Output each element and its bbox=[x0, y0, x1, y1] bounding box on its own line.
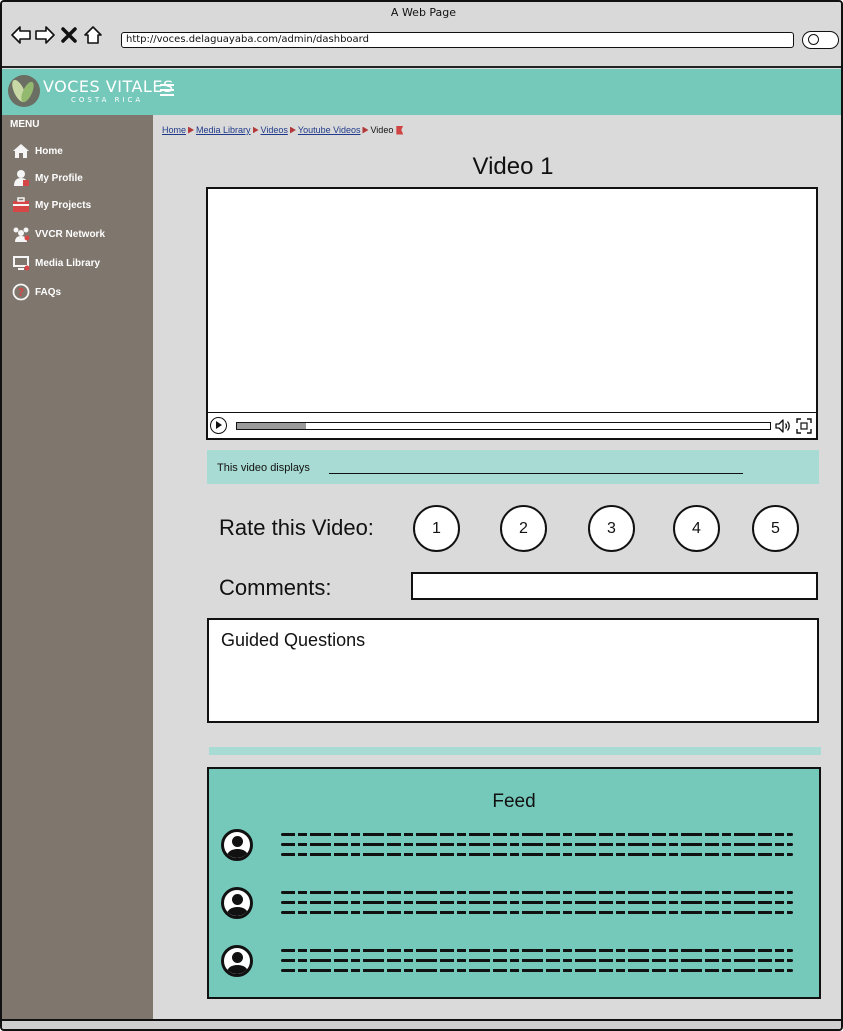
placeholder-text-line bbox=[281, 959, 793, 962]
home-icon[interactable] bbox=[82, 24, 104, 46]
sidebar-item-label: Home bbox=[35, 145, 63, 157]
briefcase-icon bbox=[12, 196, 30, 214]
placeholder-text-line bbox=[281, 911, 793, 914]
play-icon[interactable] bbox=[210, 417, 227, 434]
video-progress-fill bbox=[237, 423, 307, 429]
comments-input[interactable] bbox=[411, 572, 818, 600]
sidebar-item-home[interactable]: Home bbox=[12, 140, 63, 162]
back-arrow-icon[interactable] bbox=[10, 24, 32, 46]
breadcrumb: Home Media Library Videos Youtube Videos… bbox=[162, 125, 404, 135]
app-header: VOCES VITALES COSTA RICA bbox=[2, 69, 841, 115]
feed-item[interactable] bbox=[209, 829, 819, 879]
sidebar-item-my-projects[interactable]: My Projects bbox=[12, 194, 91, 216]
guided-questions-title: Guided Questions bbox=[221, 630, 366, 650]
breadcrumb-current: Video bbox=[370, 125, 394, 135]
feed-item[interactable] bbox=[209, 945, 819, 995]
avatar-icon bbox=[221, 887, 253, 919]
breadcrumb-videos[interactable]: Videos bbox=[261, 125, 288, 135]
rate-label: Rate this Video: bbox=[219, 515, 374, 540]
breadcrumb-home[interactable]: Home bbox=[162, 125, 186, 135]
sidebar-item-label: My Profile bbox=[35, 172, 83, 184]
comments-label: Comments: bbox=[219, 575, 332, 600]
description-blank-line bbox=[329, 473, 743, 474]
placeholder-text-line bbox=[281, 843, 793, 846]
sidebar-item-media-library[interactable]: Media Library bbox=[12, 252, 100, 274]
window-title: A Web Page bbox=[390, 6, 457, 19]
feed-title: Feed bbox=[492, 791, 536, 812]
volume-icon[interactable] bbox=[774, 417, 792, 435]
feed-item[interactable] bbox=[209, 887, 819, 937]
browser-window: A Web Page http://voces.delaguayaba.com/… bbox=[0, 0, 843, 1031]
logo-subtitle: COSTA RICA bbox=[71, 95, 144, 104]
sidebar-item-label: Media Library bbox=[35, 257, 101, 269]
placeholder-text-line bbox=[281, 969, 793, 972]
sidebar: MENU Home My Profile My Projects VVCR Ne… bbox=[2, 115, 153, 1029]
rating-button-3[interactable]: 3 bbox=[588, 505, 635, 552]
feed-panel: Feed bbox=[207, 767, 821, 999]
hamburger-menu-icon[interactable] bbox=[160, 84, 174, 96]
page-title: Video 1 bbox=[472, 153, 554, 180]
logo-mark-icon bbox=[8, 75, 40, 107]
sidebar-item-my-profile[interactable]: My Profile bbox=[12, 167, 83, 189]
guided-questions-box[interactable]: Guided Questions bbox=[207, 618, 819, 723]
logo[interactable]: VOCES VITALES COSTA RICA bbox=[8, 75, 174, 107]
video-player[interactable] bbox=[206, 187, 818, 440]
placeholder-text-line bbox=[281, 833, 793, 836]
placeholder-text-line bbox=[281, 949, 793, 952]
video-description: This video displays bbox=[207, 450, 819, 484]
svg-text:?: ? bbox=[18, 286, 24, 299]
rating-button-2[interactable]: 2 bbox=[500, 505, 547, 552]
menu-label: MENU bbox=[10, 119, 40, 130]
logo-title: VOCES VITALES bbox=[43, 76, 174, 96]
search-button[interactable] bbox=[802, 31, 839, 49]
placeholder-text-line bbox=[281, 853, 793, 856]
video-controls bbox=[208, 412, 816, 438]
fullscreen-icon[interactable] bbox=[795, 417, 813, 435]
breadcrumb-separator-icon bbox=[362, 126, 369, 134]
help-icon: ? bbox=[12, 283, 30, 301]
sidebar-item-faqs[interactable]: ? FAQs bbox=[12, 281, 61, 303]
breadcrumb-separator-icon bbox=[289, 126, 296, 134]
description-text: This video displays bbox=[217, 462, 310, 474]
sidebar-item-label: VVCR Network bbox=[35, 228, 106, 240]
video-progress-bar[interactable] bbox=[236, 422, 771, 430]
breadcrumb-media-library[interactable]: Media Library bbox=[196, 125, 251, 135]
sidebar-item-vvcr-network[interactable]: VVCR Network bbox=[12, 223, 105, 245]
url-bar[interactable]: http://voces.delaguayaba.com/admin/dashb… bbox=[121, 32, 794, 48]
user-icon bbox=[12, 169, 30, 187]
sidebar-item-label: My Projects bbox=[35, 199, 92, 211]
rating-button-5[interactable]: 5 bbox=[752, 505, 799, 552]
placeholder-text-line bbox=[281, 891, 793, 894]
monitor-icon bbox=[12, 254, 30, 272]
rating-button-4[interactable]: 4 bbox=[673, 505, 720, 552]
rating-button-1[interactable]: 1 bbox=[413, 505, 460, 552]
breadcrumb-separator-icon bbox=[188, 126, 195, 134]
avatar-icon bbox=[221, 945, 253, 977]
home-icon bbox=[12, 142, 30, 160]
main-content: Home Media Library Videos Youtube Videos… bbox=[153, 115, 841, 1029]
placeholder-text-line bbox=[281, 901, 793, 904]
close-icon[interactable] bbox=[58, 24, 80, 46]
network-icon bbox=[12, 225, 30, 243]
forward-arrow-icon[interactable] bbox=[34, 24, 56, 46]
browser-chrome: A Web Page http://voces.delaguayaba.com/… bbox=[2, 2, 841, 68]
breadcrumb-youtube-videos[interactable]: Youtube Videos bbox=[298, 125, 361, 135]
sidebar-item-label: FAQs bbox=[35, 286, 62, 298]
avatar-icon bbox=[221, 829, 253, 861]
section-divider bbox=[209, 747, 821, 755]
breadcrumb-separator-icon bbox=[252, 126, 259, 134]
status-bar bbox=[2, 1019, 841, 1029]
search-icon bbox=[808, 34, 819, 45]
flag-icon bbox=[396, 125, 404, 135]
